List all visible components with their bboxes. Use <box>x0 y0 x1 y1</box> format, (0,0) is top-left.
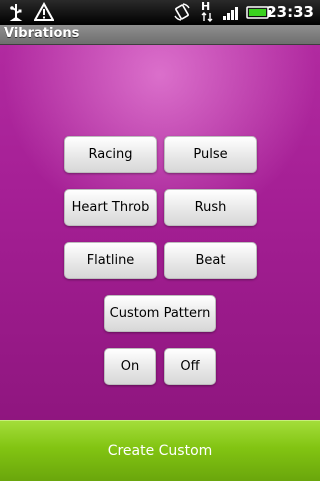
heart-throb-button[interactable]: Heart Throb <box>64 189 157 226</box>
beat-button[interactable]: Beat <box>164 242 257 279</box>
pulse-button[interactable]: Pulse <box>164 136 257 173</box>
vibration-panel: Racing Pulse Heart Throb Rush Flatline B… <box>0 45 320 420</box>
rush-button[interactable]: Rush <box>164 189 257 226</box>
signal-icon <box>222 2 242 22</box>
warning-icon <box>33 1 55 22</box>
title-bar: Vibrations <box>0 25 320 45</box>
app-title: Vibrations <box>4 26 80 41</box>
create-custom-button[interactable]: Create Custom <box>0 420 320 481</box>
status-time: 23:33 <box>266 3 314 21</box>
racing-button[interactable]: Racing <box>64 136 157 173</box>
usb-icon <box>6 2 26 22</box>
on-button[interactable]: On <box>104 348 156 385</box>
status-bar: H 23:33 <box>0 0 320 25</box>
rotation-icon <box>172 2 192 22</box>
network-type-icon: H <box>201 1 213 22</box>
off-button[interactable]: Off <box>164 348 216 385</box>
flatline-button[interactable]: Flatline <box>64 242 157 279</box>
custom-pattern-button[interactable]: Custom Pattern <box>104 295 216 332</box>
